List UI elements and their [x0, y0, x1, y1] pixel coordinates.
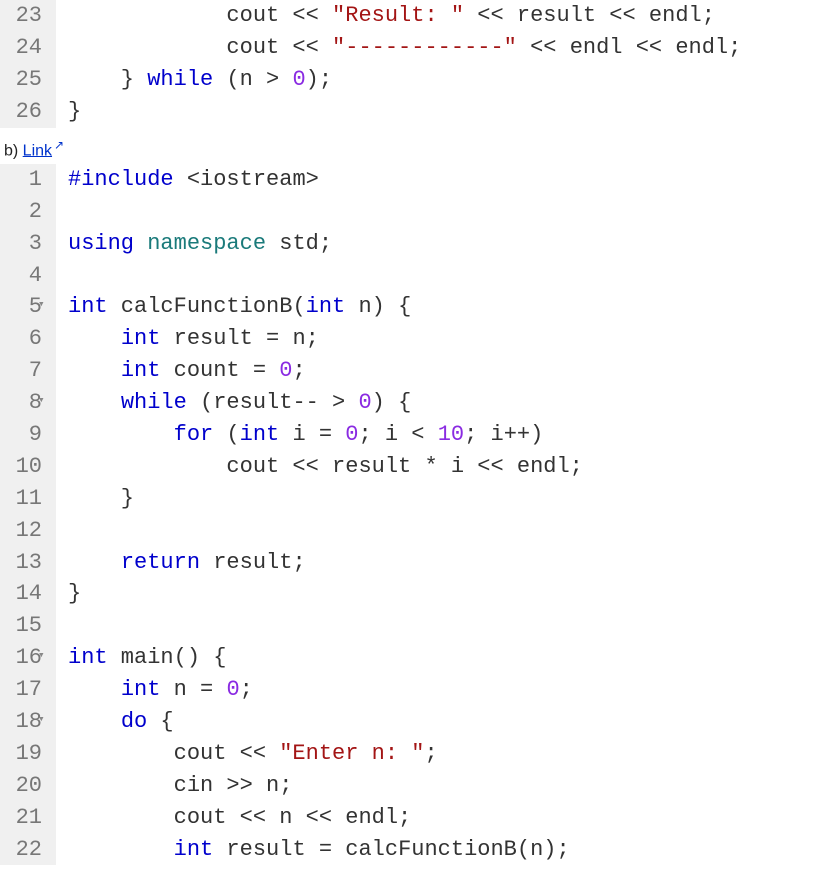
code-line: 18▾ do { — [0, 706, 836, 738]
line-number-gutter: 12 — [0, 515, 56, 547]
line-number-gutter: 10 — [0, 451, 56, 483]
line-number-gutter: 3 — [0, 228, 56, 260]
code-line: 11 } — [0, 483, 836, 515]
code-content: int n = 0; — [56, 674, 253, 706]
code-line: 15 — [0, 610, 836, 642]
line-number-gutter: 13 — [0, 547, 56, 579]
code-line: 20 cin >> n; — [0, 770, 836, 802]
code-line: 16▾int main() { — [0, 642, 836, 674]
code-content: cout << n << endl; — [56, 802, 411, 834]
code-line: 13 return result; — [0, 547, 836, 579]
line-number-gutter: 2 — [0, 196, 56, 228]
code-content: cout << "------------" << endl << endl; — [56, 32, 741, 64]
code-content: return result; — [56, 547, 306, 579]
code-content: cout << result * i << endl; — [56, 451, 583, 483]
code-line: 10 cout << result * i << endl; — [0, 451, 836, 483]
code-content: for (int i = 0; i < 10; i++) — [56, 419, 543, 451]
code-line: 26} — [0, 96, 836, 128]
code-content: int result = n; — [56, 323, 319, 355]
line-number-gutter: 17 — [0, 674, 56, 706]
code-content: while (result-- > 0) { — [56, 387, 411, 419]
line-number-gutter: 7 — [0, 355, 56, 387]
code-line: 21 cout << n << endl; — [0, 802, 836, 834]
line-number-gutter: 8▾ — [0, 387, 56, 419]
section-link-text: Link — [23, 142, 52, 159]
code-content: } while (n > 0); — [56, 64, 332, 96]
line-number-gutter: 6 — [0, 323, 56, 355]
code-content: cout << "Enter n: "; — [56, 738, 438, 770]
code-line: 8▾ while (result-- > 0) { — [0, 387, 836, 419]
code-line: 22 int result = calcFunctionB(n); — [0, 834, 836, 866]
code-line: 17 int n = 0; — [0, 674, 836, 706]
code-block-a: 23 cout << "Result: " << result << endl;… — [0, 0, 836, 128]
code-line: 12 — [0, 515, 836, 547]
line-number-gutter: 18▾ — [0, 706, 56, 738]
code-content: } — [56, 96, 81, 128]
code-line: 5▾int calcFunctionB(int n) { — [0, 291, 836, 323]
code-content: using namespace std; — [56, 228, 332, 260]
line-number-gutter: 19 — [0, 738, 56, 770]
code-block-b: 1#include <iostream>23using namespace st… — [0, 164, 836, 866]
line-number-gutter: 16▾ — [0, 642, 56, 674]
code-content: int main() { — [56, 642, 226, 674]
code-line: 19 cout << "Enter n: "; — [0, 738, 836, 770]
code-content: int result = calcFunctionB(n); — [56, 834, 570, 866]
code-line: 9 for (int i = 0; i < 10; i++) — [0, 419, 836, 451]
line-number-gutter: 20 — [0, 770, 56, 802]
line-number-gutter: 9 — [0, 419, 56, 451]
code-line: 24 cout << "------------" << endl << end… — [0, 32, 836, 64]
line-number-gutter: 24 — [0, 32, 56, 64]
line-number-gutter: 26 — [0, 96, 56, 128]
code-content: } — [56, 578, 81, 610]
line-number-gutter: 4 — [0, 260, 56, 292]
label-prefix: b) — [4, 142, 23, 159]
code-line: 3using namespace std; — [0, 228, 836, 260]
line-number-gutter: 15 — [0, 610, 56, 642]
code-line: 4 — [0, 260, 836, 292]
code-content: int count = 0; — [56, 355, 306, 387]
section-link[interactable]: Link — [23, 142, 52, 159]
section-label-b: b) Link↗ — [0, 128, 836, 164]
line-number-gutter: 21 — [0, 802, 56, 834]
code-content: int calcFunctionB(int n) { — [56, 291, 411, 323]
external-link-icon: ↗ — [54, 138, 64, 152]
line-number-gutter: 5▾ — [0, 291, 56, 323]
code-line: 2 — [0, 196, 836, 228]
code-line: 25 } while (n > 0); — [0, 64, 836, 96]
line-number-gutter: 14 — [0, 578, 56, 610]
code-content: cout << "Result: " << result << endl; — [56, 0, 715, 32]
line-number-gutter: 25 — [0, 64, 56, 96]
code-line: 23 cout << "Result: " << result << endl; — [0, 0, 836, 32]
code-content: #include <iostream> — [56, 164, 319, 196]
line-number-gutter: 23 — [0, 0, 56, 32]
line-number-gutter: 11 — [0, 483, 56, 515]
line-number-gutter: 22 — [0, 834, 56, 866]
code-line: 6 int result = n; — [0, 323, 836, 355]
code-content: do { — [56, 706, 174, 738]
code-line: 7 int count = 0; — [0, 355, 836, 387]
line-number-gutter: 1 — [0, 164, 56, 196]
code-content: cin >> n; — [56, 770, 292, 802]
code-line: 14} — [0, 578, 836, 610]
code-line: 1#include <iostream> — [0, 164, 836, 196]
code-content: } — [56, 483, 134, 515]
